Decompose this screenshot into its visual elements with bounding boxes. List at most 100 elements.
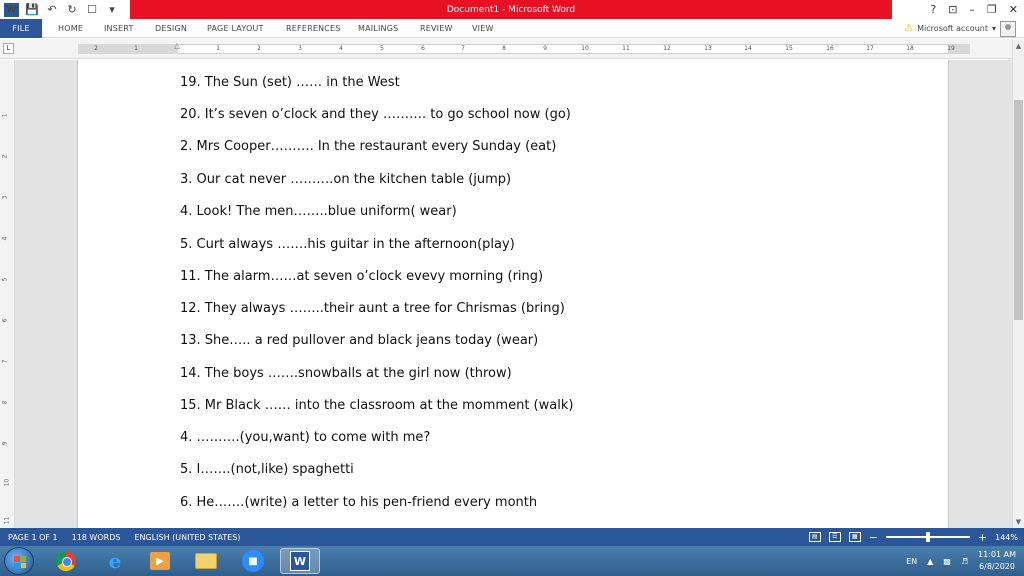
close-button[interactable]: ✕ bbox=[1009, 3, 1018, 16]
taskbar-zoom[interactable]: ■ bbox=[233, 548, 273, 574]
tab-page-layout[interactable]: PAGE LAYOUT bbox=[207, 19, 264, 38]
vruler-number: 2 bbox=[1, 154, 9, 159]
vruler-number: 11 bbox=[3, 516, 11, 525]
network-icon[interactable]: ▩ bbox=[943, 557, 951, 566]
web-layout-icon[interactable]: ▦ bbox=[848, 532, 861, 542]
exercise-line[interactable]: 14. The boys …….snowballs at the girl no… bbox=[180, 366, 512, 381]
zoom-in-icon[interactable]: + bbox=[978, 531, 987, 544]
ruler-number: 11 bbox=[622, 45, 630, 52]
account-label[interactable]: Microsoft account bbox=[917, 24, 988, 33]
page-count[interactable]: PAGE 1 OF 1 bbox=[8, 533, 58, 542]
volume-icon[interactable]: ♬ bbox=[961, 557, 968, 566]
tab-view[interactable]: VIEW bbox=[472, 19, 494, 38]
scroll-up-icon[interactable]: ▲ bbox=[1013, 40, 1024, 52]
tray-language[interactable]: EN bbox=[906, 557, 917, 566]
media-player-icon: ▶ bbox=[150, 552, 170, 570]
exercise-line[interactable]: 3. Our cat never ……….on the kitchen tabl… bbox=[180, 172, 511, 187]
indent-marker-icon[interactable]: △ bbox=[174, 41, 180, 50]
account-caret-icon[interactable]: ▾ bbox=[992, 24, 996, 33]
redo-icon[interactable]: ↻ bbox=[65, 3, 79, 17]
vruler-number: 7 bbox=[1, 359, 9, 364]
read-mode-icon[interactable]: ▤ bbox=[808, 532, 821, 542]
scroll-thumb[interactable] bbox=[1014, 100, 1023, 320]
save-icon[interactable]: 💾 bbox=[25, 3, 39, 17]
start-button[interactable] bbox=[4, 547, 34, 575]
ribbon-display-button[interactable]: ⊡ bbox=[948, 3, 957, 16]
customize-qat-icon[interactable]: ▾ bbox=[105, 3, 119, 17]
exercise-line[interactable]: 4. ……….(you,want) to come with me? bbox=[180, 430, 430, 445]
vruler-number: 8 bbox=[1, 400, 9, 405]
ruler-number: 4 bbox=[339, 45, 343, 52]
system-tray: EN ▲ ▩ ♬ 11:01 AM 6/8/2020 bbox=[906, 546, 1016, 576]
taskbar-internet-explorer[interactable]: e bbox=[95, 548, 135, 574]
account-area[interactable]: ⚠ Microsoft account ▾ bbox=[904, 19, 1016, 38]
word-logo-icon: W bbox=[4, 2, 19, 17]
print-layout-icon[interactable]: ☰ bbox=[828, 532, 841, 542]
taskbar-file-explorer[interactable] bbox=[186, 548, 226, 574]
exercise-line[interactable]: 13. She….. a red pullover and black jean… bbox=[180, 333, 538, 348]
tray-expand-icon[interactable]: ▲ bbox=[927, 557, 933, 566]
tab-references[interactable]: REFERENCES bbox=[286, 19, 341, 38]
ruler-number: 14 bbox=[744, 45, 752, 52]
ruler-number: 17 bbox=[866, 45, 874, 52]
tab-design[interactable]: DESIGN bbox=[155, 19, 187, 38]
exercise-line[interactable]: 15. Mr Black …… into the classroom at th… bbox=[180, 398, 573, 413]
zoom-slider-knob[interactable] bbox=[925, 532, 930, 542]
exercise-line[interactable]: 11. The alarm……at seven o’clock evevy mo… bbox=[180, 269, 543, 284]
tab-review[interactable]: REVIEW bbox=[420, 19, 453, 38]
minimize-button[interactable]: – bbox=[969, 3, 975, 16]
tab-mailings[interactable]: MAILINGS bbox=[358, 19, 398, 38]
windows-logo-icon bbox=[14, 556, 26, 568]
vruler-number: 1 bbox=[1, 113, 9, 118]
warning-icon: ⚠ bbox=[904, 23, 914, 34]
taskbar-word[interactable]: W bbox=[280, 548, 320, 574]
touch-mode-icon[interactable]: ☐ bbox=[85, 3, 99, 17]
help-button[interactable]: ? bbox=[930, 3, 936, 16]
vruler-number: 9 bbox=[1, 441, 9, 446]
scroll-down-icon[interactable]: ▼ bbox=[1013, 516, 1024, 528]
zoom-slider[interactable] bbox=[885, 532, 970, 542]
clock[interactable]: 11:01 AM 6/8/2020 bbox=[978, 549, 1016, 573]
ruler-number: 2 bbox=[257, 45, 261, 52]
ruler-number: 1 bbox=[216, 45, 220, 52]
ruler-number: 16 bbox=[826, 45, 834, 52]
exercise-line[interactable]: 12. They always ……..their aunt a tree fo… bbox=[180, 301, 565, 316]
tab-insert[interactable]: INSERT bbox=[104, 19, 134, 38]
restore-button[interactable]: ❐ bbox=[987, 3, 997, 16]
word-window: W 💾 ↶ ↻ ☐ ▾ Document1 - Microsoft Word ?… bbox=[0, 0, 1024, 576]
word-count[interactable]: 118 WORDS bbox=[72, 533, 121, 542]
horizontal-ruler: L 2 1 1 2 3 4 5 6 7 8 9 10 11 12 13 14 1… bbox=[0, 39, 1024, 59]
vertical-scrollbar[interactable]: ▲ ▼ bbox=[1012, 40, 1024, 528]
exercise-line[interactable]: 20. It’s seven o’clock and they ………. to … bbox=[180, 107, 571, 122]
vruler-number: 5 bbox=[1, 277, 9, 282]
exercise-line[interactable]: 5. Curt always …….his guitar in the afte… bbox=[180, 237, 515, 252]
exercise-line[interactable]: 5. I…….(not,like) spaghetti bbox=[180, 462, 354, 477]
vruler-number: 10 bbox=[3, 478, 11, 487]
ruler-number: 6 bbox=[421, 45, 425, 52]
exercise-line[interactable]: 19. The Sun (set) …… in the West bbox=[180, 75, 400, 90]
exercise-line[interactable]: 4. Look! The men……..blue uniform( wear) bbox=[180, 204, 457, 219]
exercise-line[interactable]: 2. Mrs Cooper………. In the restaurant ever… bbox=[180, 139, 556, 154]
document-page[interactable]: 19. The Sun (set) …… in the West 20. It’… bbox=[77, 60, 949, 528]
zoom-level[interactable]: 144% bbox=[995, 533, 1018, 542]
exercise-line[interactable]: 6. He…….(write) a letter to his pen-frie… bbox=[180, 495, 537, 510]
tab-selector[interactable]: L bbox=[3, 43, 14, 54]
document-area[interactable]: 19. The Sun (set) …… in the West 20. It’… bbox=[15, 60, 1012, 528]
ruler-number: 1 bbox=[134, 45, 138, 52]
vruler-number: 3 bbox=[1, 195, 9, 200]
zoom-icon: ■ bbox=[242, 550, 264, 572]
internet-explorer-icon: e bbox=[108, 549, 122, 573]
ruler-number: 18 bbox=[906, 45, 914, 52]
ruler-number: 8 bbox=[502, 45, 506, 52]
tab-file[interactable]: FILE bbox=[0, 19, 42, 38]
clock-date: 6/8/2020 bbox=[979, 562, 1015, 571]
taskbar-media-player[interactable]: ▶ bbox=[140, 548, 180, 574]
ruler-number: 12 bbox=[663, 45, 671, 52]
language-indicator[interactable]: ENGLISH (UNITED STATES) bbox=[134, 533, 240, 542]
word-icon: W bbox=[290, 551, 310, 571]
zoom-out-icon[interactable]: − bbox=[869, 531, 878, 544]
avatar[interactable] bbox=[1000, 20, 1016, 37]
tab-home[interactable]: HOME bbox=[58, 19, 83, 38]
undo-icon[interactable]: ↶ bbox=[45, 3, 59, 17]
taskbar-chrome[interactable] bbox=[46, 548, 86, 574]
